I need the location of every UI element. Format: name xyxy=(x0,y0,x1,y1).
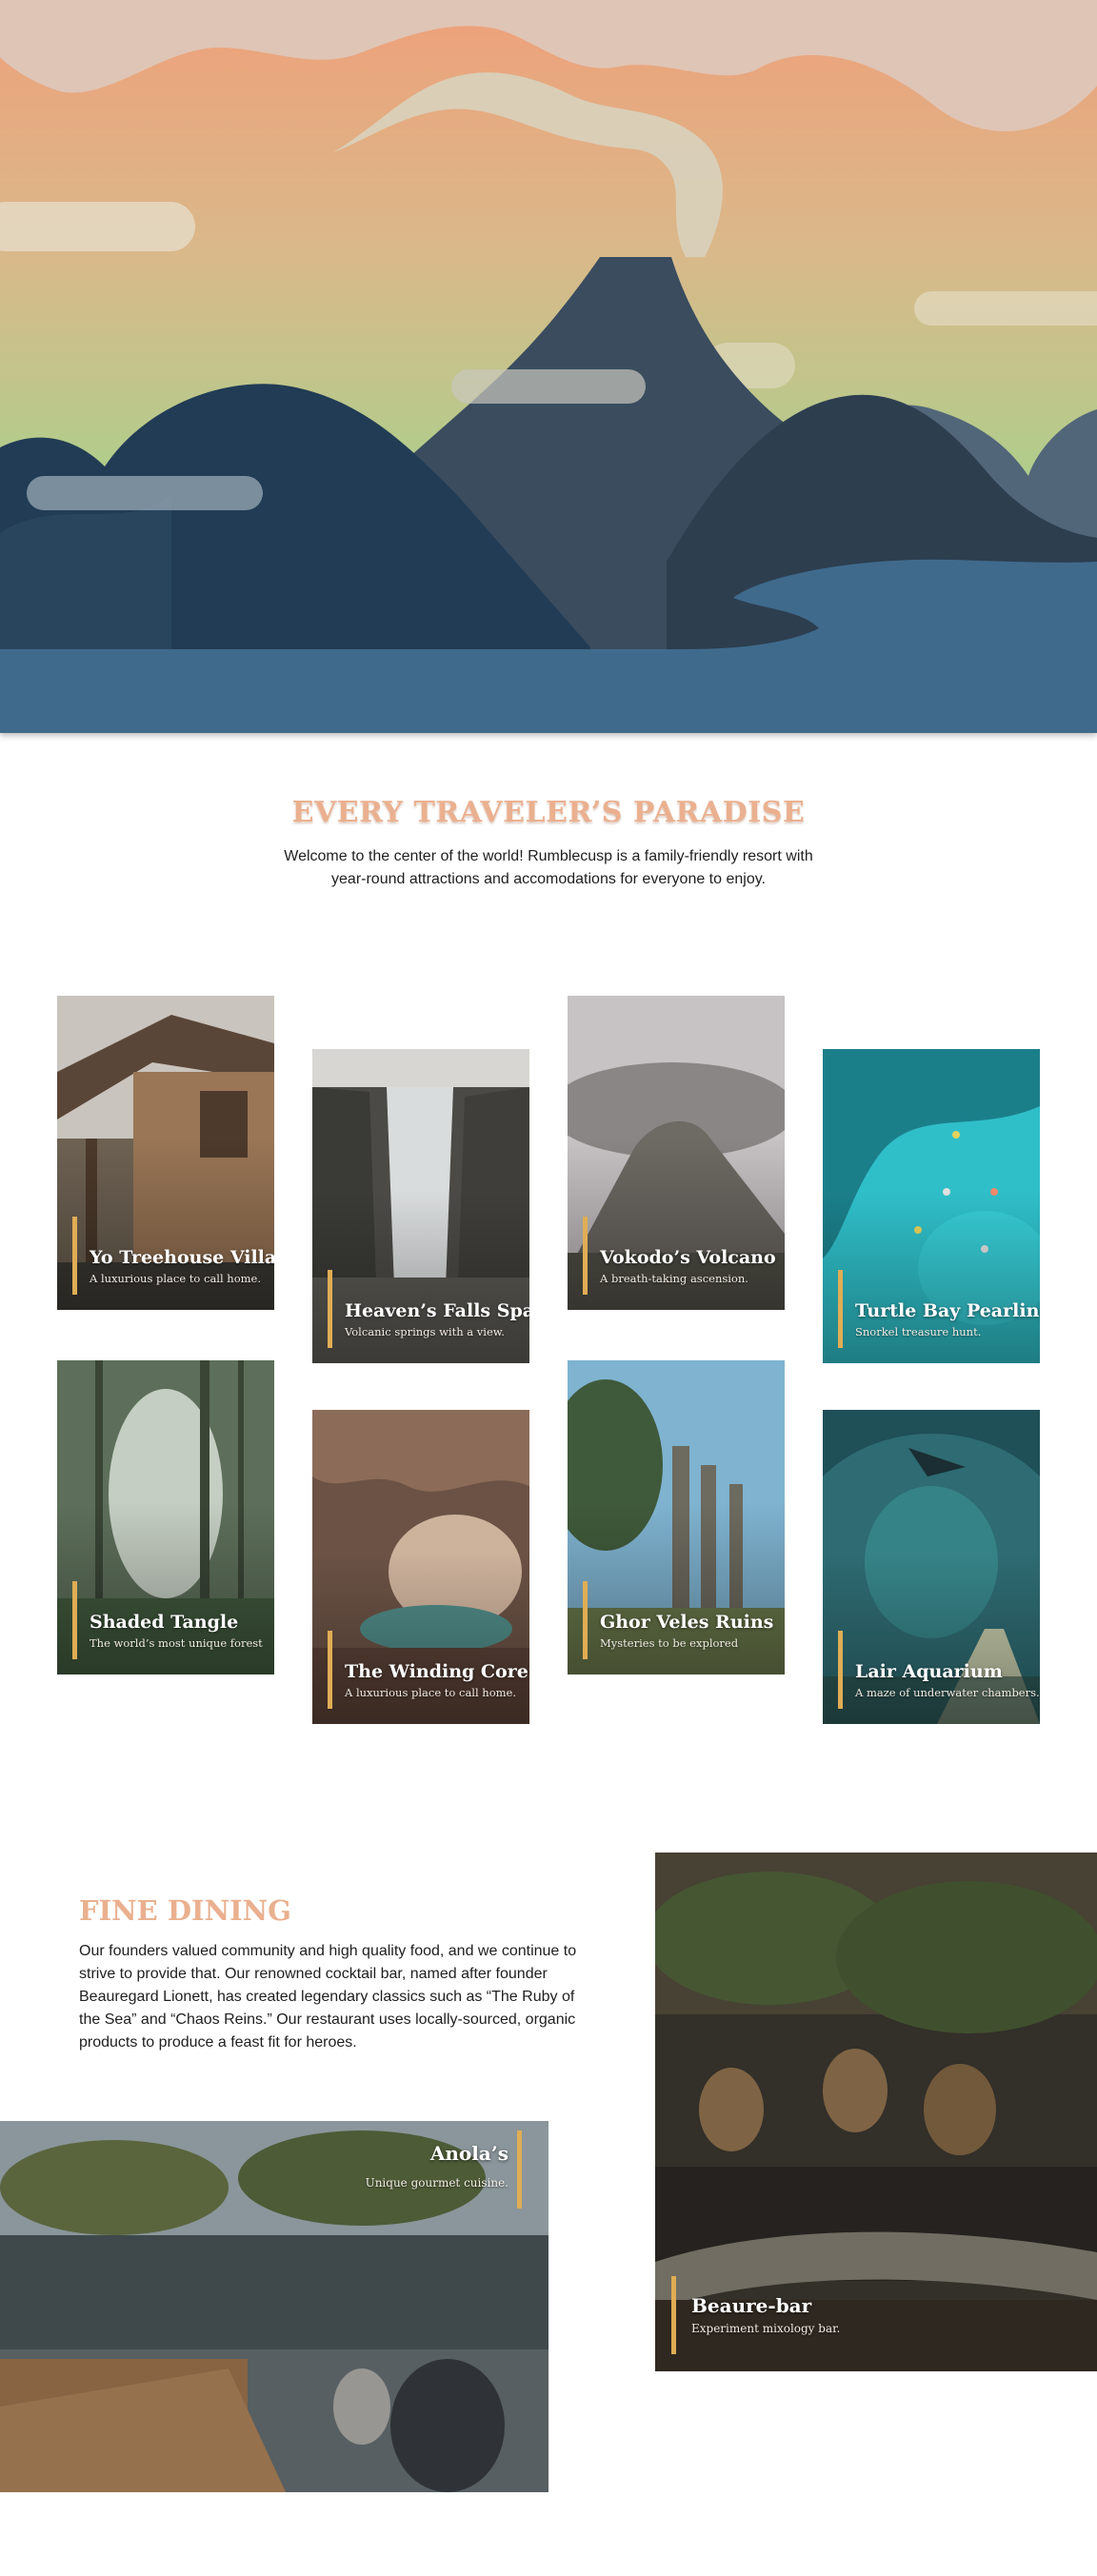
card-title: Ghor Veles Ruins xyxy=(600,1612,774,1633)
venue-card-anolas[interactable]: Anola’s Unique gourmet cuisine. xyxy=(0,2121,548,2492)
intro-text: Welcome to the center of the world! Rumb… xyxy=(284,848,813,887)
attraction-card-spa[interactable]: Heaven’s Falls Spa Volcanic springs with… xyxy=(312,1049,529,1363)
caption-bar xyxy=(838,1631,843,1709)
card-subtitle: A maze of underwater chambers. xyxy=(855,1686,1040,1699)
caption-bar xyxy=(72,1581,77,1659)
card-subtitle: A luxurious place to call home. xyxy=(345,1686,517,1699)
attraction-card-winding-core[interactable]: The Winding Core A luxurious place to ca… xyxy=(312,1410,529,1724)
card-title: Lair Aquarium xyxy=(855,1661,1003,1682)
dining-title: FINE DINING xyxy=(79,1894,291,1927)
venue-subtitle: Unique gourmet cuisine. xyxy=(365,2176,509,2190)
caption-bar xyxy=(838,1270,843,1348)
card-title: The Winding Core xyxy=(345,1661,529,1682)
card-subtitle: The world’s most unique forest xyxy=(90,1636,263,1650)
dining-text: Our founders valued community and high q… xyxy=(79,1943,577,2051)
card-subtitle: Volcanic springs with a view. xyxy=(345,1325,505,1338)
card-title: Heaven’s Falls Spa xyxy=(345,1300,529,1321)
card-subtitle: Snorkel treasure hunt. xyxy=(855,1325,982,1338)
card-subtitle: A breath-taking ascension. xyxy=(600,1272,748,1285)
venue-title: Beaure-bar xyxy=(691,2294,812,2317)
card-title: Turtle Bay Pearling xyxy=(855,1300,1040,1321)
caption-bar xyxy=(583,1581,588,1659)
volcano-illustration xyxy=(0,0,1097,733)
caption-bar xyxy=(328,1631,332,1709)
card-title: Yo Treehouse Villas xyxy=(90,1247,274,1268)
caption-bar xyxy=(328,1270,332,1348)
venue-title: Anola’s xyxy=(429,2142,509,2165)
intro-title: EVERY TRAVELER’S PARADISE xyxy=(291,796,806,829)
caption-bar xyxy=(517,2130,522,2209)
attraction-card-forest[interactable]: Shaded Tangle The world’s most unique fo… xyxy=(57,1360,274,1674)
venue-subtitle: Experiment mixology bar. xyxy=(691,2322,841,2335)
caption-bar xyxy=(671,2276,676,2354)
card-title: Vokodo’s Volcano xyxy=(600,1247,776,1268)
attraction-card-aquarium[interactable]: Lair Aquarium A maze of underwater chamb… xyxy=(823,1410,1040,1724)
caption-bar xyxy=(72,1217,77,1295)
attraction-card-turtle-bay[interactable]: Turtle Bay Pearling Snorkel treasure hun… xyxy=(823,1049,1040,1363)
venue-card-beaure-bar[interactable]: Beaure-bar Experiment mixology bar. xyxy=(655,1853,1097,2371)
attraction-card-ruins[interactable]: Ghor Veles Ruins Mysteries to be explore… xyxy=(568,1360,785,1674)
attraction-card-treehouse[interactable]: Yo Treehouse Villas A luxurious place to… xyxy=(57,996,274,1310)
card-subtitle: Mysteries to be explored xyxy=(600,1636,739,1650)
caption-bar xyxy=(583,1217,588,1295)
card-title: Shaded Tangle xyxy=(90,1612,239,1633)
attraction-card-volcano[interactable]: Vokodo’s Volcano A breath-taking ascensi… xyxy=(568,996,785,1310)
hero-banner xyxy=(0,0,1097,733)
card-subtitle: A luxurious place to call home. xyxy=(90,1272,262,1285)
